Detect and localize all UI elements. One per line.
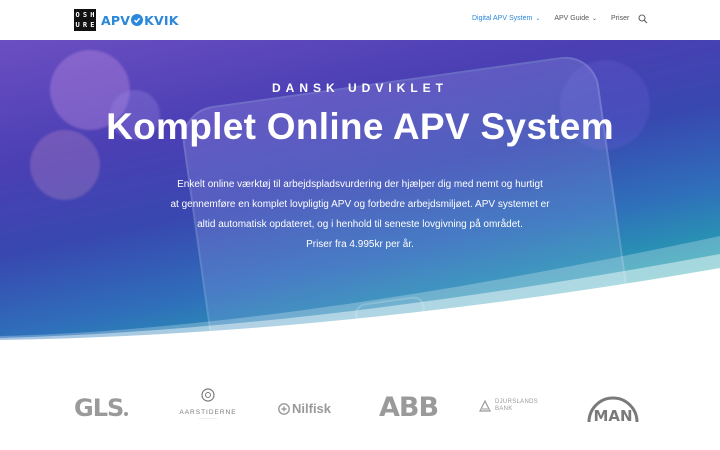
nav-item-label: APV Guide	[554, 15, 589, 22]
djurslands-bank-logo: DJURSLANDS BANK	[478, 399, 538, 413]
nav-item-digital-apv-system[interactable]: Digital APV System ⌄	[472, 15, 540, 22]
nav-item-label: Priser	[611, 15, 630, 22]
main-nav: Digital APV System ⌄ APV Guide ⌄ Priser	[472, 15, 643, 22]
nilfisk-logo: Nilfisk	[278, 401, 331, 416]
checkmark-icon	[131, 14, 144, 26]
site-header: OSH URE APV KVIK Digital APV System ⌄ AP…	[0, 0, 720, 40]
nav-item-label: Digital APV System	[472, 15, 533, 22]
chevron-down-icon: ⌄	[535, 16, 541, 22]
nav-item-apv-guide[interactable]: APV Guide ⌄	[554, 15, 597, 22]
nilfisk-emblem-icon	[278, 402, 290, 415]
aarstiderne-logo: AARSTIDERNE ——————	[176, 388, 240, 420]
man-logo: MAN	[587, 396, 639, 424]
hero-title: Komplet Online APV System	[106, 106, 614, 147]
djurslands-emblem-icon	[479, 399, 491, 412]
aarstiderne-emblem-icon	[201, 388, 215, 402]
svg-text:MAN: MAN	[593, 407, 632, 424]
nav-item-priser[interactable]: Priser	[611, 15, 629, 22]
apvkvik-wordmark: APV KVIK	[101, 12, 179, 28]
site-logo[interactable]: OSH URE APV KVIK	[74, 9, 179, 31]
hero-section: DANSK UDVIKLET Komplet Online APV System…	[0, 40, 720, 340]
hero-tagline: DANSK UDVIKLET	[271, 81, 448, 95]
client-logos: GLS AARSTIDERNE —————— Nilfisk ABB DJURS…	[0, 388, 720, 428]
abb-logo: ABB	[379, 392, 439, 423]
hero-description: Enkelt online værktøj til arbejdspladsvu…	[170, 179, 550, 250]
chevron-down-icon: ⌄	[591, 16, 598, 22]
oshure-logo-mark: OSH URE	[74, 9, 96, 31]
gls-logo: GLS	[74, 394, 129, 422]
search-icon[interactable]	[638, 14, 648, 24]
